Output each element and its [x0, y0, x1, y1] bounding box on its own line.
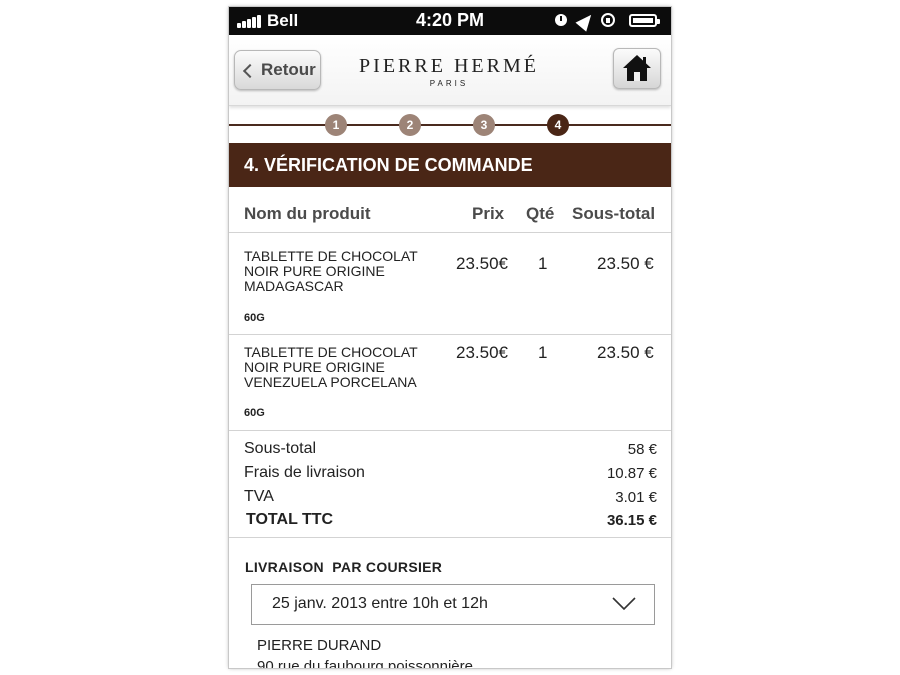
phone-screen: Bell 4:20 PM Retour PIERRE HERMÉ PARIS 1…: [229, 7, 671, 668]
chevron-left-icon: [242, 63, 258, 79]
chevron-down-icon: [612, 597, 636, 611]
status-bar: Bell 4:20 PM: [229, 7, 671, 35]
checkout-progress: 1 2 3 4: [229, 112, 671, 140]
divider: [229, 334, 671, 335]
step-4-active[interactable]: 4: [547, 114, 569, 136]
logo-main-text: PIERRE HERMÉ: [359, 55, 539, 77]
status-icons: [555, 10, 665, 32]
battery-icon: [629, 14, 660, 27]
vat-value: 3.01 €: [615, 489, 657, 506]
subtotal-value: 58 €: [627, 441, 657, 458]
delivery-title: LIVRAISON PAR COURSIER: [245, 559, 443, 575]
product-qty: 1: [538, 343, 548, 362]
delivery-slot-value: 25 janv. 2013 entre 10h et 12h: [272, 595, 488, 612]
shipping-value: 10.87 €: [606, 465, 657, 482]
step-1[interactable]: 1: [325, 114, 347, 136]
location-arrow-icon: [575, 10, 597, 32]
divider: [229, 232, 671, 233]
logo-sub-text: PARIS: [429, 79, 469, 88]
product-subtotal: 23.50 €: [597, 254, 654, 273]
total-value: 36.15 €: [606, 512, 657, 529]
col-header-price: Prix: [472, 204, 505, 223]
divider: [229, 537, 671, 538]
product-weight: 60G: [244, 407, 265, 419]
shipping-label: Frais de livraison: [244, 464, 365, 481]
product-qty: 1: [538, 254, 548, 273]
back-button-label: Retour: [261, 60, 316, 79]
delivery-slot-select[interactable]: 25 janv. 2013 entre 10h et 12h: [251, 584, 655, 625]
step-3[interactable]: 3: [473, 114, 495, 136]
divider: [229, 430, 671, 431]
brand-logo: PIERRE HERMÉ PARIS: [349, 55, 549, 88]
home-button[interactable]: [613, 48, 661, 89]
alarm-clock-icon: [555, 14, 567, 26]
col-header-subtotal: Sous-total: [572, 204, 656, 223]
total-label: TOTAL TTC: [246, 511, 334, 528]
product-name: TABLETTE DE CHOCOLAT NOIR PURE ORIGINE V…: [244, 344, 418, 390]
address-line: 90 rue du faubourg poissonnière: [257, 658, 473, 668]
subtotal-label: Sous-total: [244, 440, 317, 457]
vat-label: TVA: [244, 488, 274, 505]
nav-bar: Retour PIERRE HERMÉ PARIS: [229, 35, 671, 106]
address-name: PIERRE DURAND: [257, 637, 382, 654]
progress-line: [229, 124, 671, 126]
rotation-lock-icon: [601, 13, 615, 27]
col-header-name: Nom du produit: [244, 204, 371, 223]
product-subtotal: 23.50 €: [597, 343, 654, 362]
product-price: 23.50€: [456, 343, 508, 362]
back-button[interactable]: Retour: [234, 50, 321, 90]
product-name: TABLETTE DE CHOCOLAT NOIR PURE ORIGINE M…: [244, 248, 418, 294]
product-price: 23.50€: [456, 254, 508, 273]
section-title: 4. VÉRIFICATION DE COMMANDE: [229, 143, 671, 187]
product-weight: 60G: [244, 312, 265, 324]
step-2[interactable]: 2: [399, 114, 421, 136]
col-header-qty: Qté: [526, 204, 555, 223]
home-icon: [623, 55, 651, 81]
